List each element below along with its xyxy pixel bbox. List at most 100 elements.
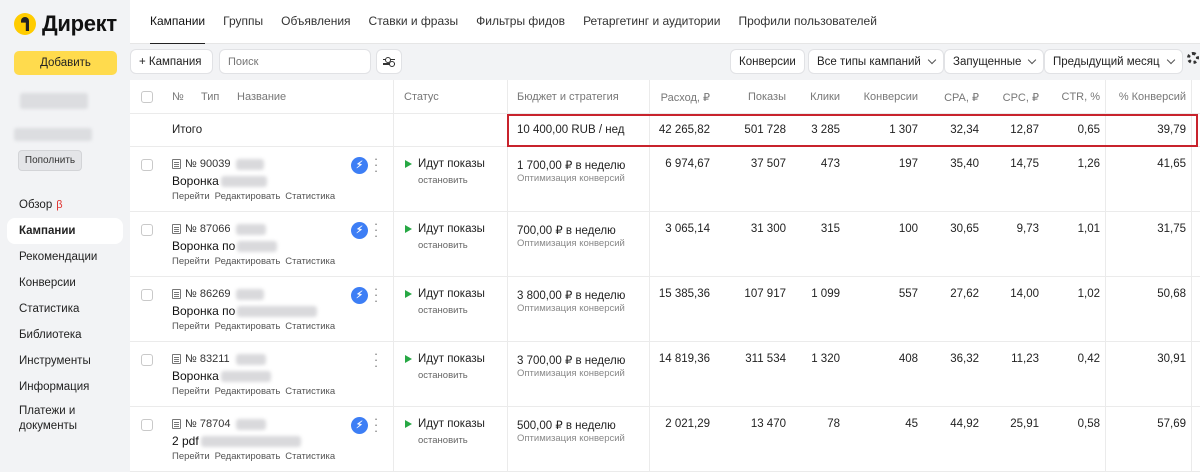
budget-value[interactable]: 3 700,00 ₽ в неделю xyxy=(517,353,625,367)
sidebar-item-information[interactable]: Информация xyxy=(7,374,123,400)
stop-link[interactable]: остановить xyxy=(418,435,468,446)
go-link[interactable]: Перейти xyxy=(172,191,210,202)
stats-link[interactable]: Статистика xyxy=(285,321,335,332)
campaign-name-text: Воронка xyxy=(172,174,219,188)
sidebar-item-conversions[interactable]: Конверсии xyxy=(7,270,123,296)
select-all-checkbox[interactable] xyxy=(141,91,153,103)
add-button[interactable]: Добавить xyxy=(14,51,117,75)
stats-link[interactable]: Статистика xyxy=(285,191,335,202)
account-name-redacted xyxy=(20,93,88,109)
cell-conv-rate: 31,75 xyxy=(1157,223,1186,235)
table-row[interactable]: № 78704 2 pdf Перейти Редактировать Статисти… xyxy=(130,407,1200,472)
tab-user-profiles[interactable]: Профили пользователей xyxy=(738,0,876,44)
table-row[interactable]: № 86269 Воронка по Перейти Редактировать Ста… xyxy=(130,277,1200,342)
more-vertical-icon[interactable]: · · · xyxy=(373,282,379,307)
col-cost[interactable]: Расход, ₽ xyxy=(661,91,710,104)
table-row[interactable]: № 87066 Воронка по Перейти Редактировать Ста… xyxy=(130,212,1200,277)
col-cpc[interactable]: CPC, ₽ xyxy=(1003,91,1039,104)
tab-retargeting[interactable]: Ретаргетинг и аудитории xyxy=(583,0,720,44)
cell-cpa: 35,40 xyxy=(950,158,979,170)
row-checkbox[interactable] xyxy=(141,354,153,366)
col-budget[interactable]: Бюджет и стратегия xyxy=(517,91,619,103)
stats-link[interactable]: Статистика xyxy=(285,451,335,462)
budget-value[interactable]: 700,00 ₽ в неделю xyxy=(517,223,616,237)
campaign-name[interactable]: 2 pdf xyxy=(172,434,301,448)
campaign-name[interactable]: Воронка xyxy=(172,174,267,188)
filter-settings-icon[interactable] xyxy=(376,49,402,74)
edit-link[interactable]: Редактировать xyxy=(215,451,281,462)
sidebar-item-overview[interactable]: Обзор β xyxy=(7,192,123,218)
more-vertical-icon[interactable]: · · · xyxy=(373,412,379,437)
sidebar-item-payments[interactable]: Платежи и документы xyxy=(7,400,123,436)
more-vertical-icon[interactable]: · · · xyxy=(373,152,379,177)
stop-link[interactable]: остановить xyxy=(418,370,468,381)
budget-value[interactable]: 500,00 ₽ в неделю xyxy=(517,418,616,432)
col-conversions[interactable]: Конверсии xyxy=(864,91,918,103)
gear-icon[interactable] xyxy=(1187,52,1199,64)
sidebar-item-statistics[interactable]: Статистика xyxy=(7,296,123,322)
table-row[interactable]: № 90039 Воронка Перейти Редактировать Статис… xyxy=(130,147,1200,212)
tab-campaigns[interactable]: Кампании xyxy=(150,0,206,45)
row-checkbox[interactable] xyxy=(141,224,153,236)
col-status[interactable]: Статус xyxy=(404,91,439,103)
col-impressions[interactable]: Показы xyxy=(748,91,786,103)
stop-link[interactable]: остановить xyxy=(418,240,468,251)
status-text: Идут показы xyxy=(418,288,485,300)
state-dropdown[interactable]: Запущенные xyxy=(944,49,1045,74)
bolt-icon[interactable]: ⚡︎ xyxy=(351,287,368,304)
more-vertical-icon[interactable]: · · · xyxy=(373,217,379,242)
go-link[interactable]: Перейти xyxy=(172,321,210,332)
bolt-icon[interactable]: ⚡︎ xyxy=(351,222,368,239)
add-campaign-button[interactable]: + Кампания xyxy=(130,49,213,74)
cell-cost: 3 065,14 xyxy=(665,223,710,235)
col-ctr[interactable]: CTR, % xyxy=(1062,91,1101,103)
col-clicks[interactable]: Клики xyxy=(810,91,840,103)
sidebar-item-tools[interactable]: Инструменты xyxy=(7,348,123,374)
conversions-dropdown[interactable]: Конверсии xyxy=(730,49,805,74)
campaign-name[interactable]: Воронка по xyxy=(172,239,278,253)
go-link[interactable]: Перейти xyxy=(172,451,210,462)
col-type[interactable]: Тип xyxy=(201,91,219,103)
stats-link[interactable]: Статистика xyxy=(285,386,335,397)
sidebar-item-recommendations[interactable]: Рекомендации xyxy=(7,244,123,270)
beta-badge: β xyxy=(56,199,63,211)
go-link[interactable]: Перейти xyxy=(172,256,210,267)
campaign-name[interactable]: Воронка xyxy=(172,369,271,383)
stop-link[interactable]: остановить xyxy=(418,305,468,316)
bolt-icon[interactable]: ⚡︎ xyxy=(351,157,368,174)
row-checkbox[interactable] xyxy=(141,289,153,301)
budget-value[interactable]: 3 800,00 ₽ в неделю xyxy=(517,288,625,302)
redacted-blur xyxy=(236,418,267,430)
col-number[interactable]: № xyxy=(172,91,184,103)
col-name[interactable]: Название xyxy=(237,91,286,103)
top-up-button[interactable]: Пополнить xyxy=(18,150,82,171)
campaign-name[interactable]: Воронка по xyxy=(172,304,318,318)
tab-feed-filters[interactable]: Фильтры фидов xyxy=(476,0,565,44)
budget-value[interactable]: 1 700,00 ₽ в неделю xyxy=(517,158,625,172)
tab-ads[interactable]: Объявления xyxy=(281,0,350,44)
stop-link[interactable]: остановить xyxy=(418,175,468,186)
row-checkbox[interactable] xyxy=(141,419,153,431)
more-vertical-icon[interactable]: · · · xyxy=(373,347,379,372)
search-input[interactable] xyxy=(219,49,371,74)
tab-groups[interactable]: Группы xyxy=(223,0,263,44)
campaign-types-dropdown[interactable]: Все типы кампаний xyxy=(808,49,944,74)
stats-link[interactable]: Статистика xyxy=(285,256,335,267)
logo[interactable]: Директ xyxy=(14,11,117,37)
go-link[interactable]: Перейти xyxy=(172,386,210,397)
col-conv-rate[interactable]: % Конверсий xyxy=(1119,91,1186,103)
edit-link[interactable]: Редактировать xyxy=(215,256,281,267)
cell-conv-rate: 30,91 xyxy=(1157,353,1186,365)
sidebar-item-campaigns[interactable]: Кампании xyxy=(7,218,123,244)
campaign-id: № 87066 xyxy=(172,223,267,235)
sidebar-item-library[interactable]: Библиотека xyxy=(7,322,123,348)
edit-link[interactable]: Редактировать xyxy=(215,321,281,332)
tab-bids-phrases[interactable]: Ставки и фразы xyxy=(369,0,459,44)
edit-link[interactable]: Редактировать xyxy=(215,191,281,202)
bolt-icon[interactable]: ⚡︎ xyxy=(351,417,368,434)
col-cpa[interactable]: CPA, ₽ xyxy=(944,91,979,104)
table-row[interactable]: № 83211 Воронка Перейти Редактировать Статис… xyxy=(130,342,1200,407)
period-dropdown[interactable]: Предыдущий месяц xyxy=(1044,49,1183,74)
edit-link[interactable]: Редактировать xyxy=(215,386,281,397)
row-checkbox[interactable] xyxy=(141,159,153,171)
